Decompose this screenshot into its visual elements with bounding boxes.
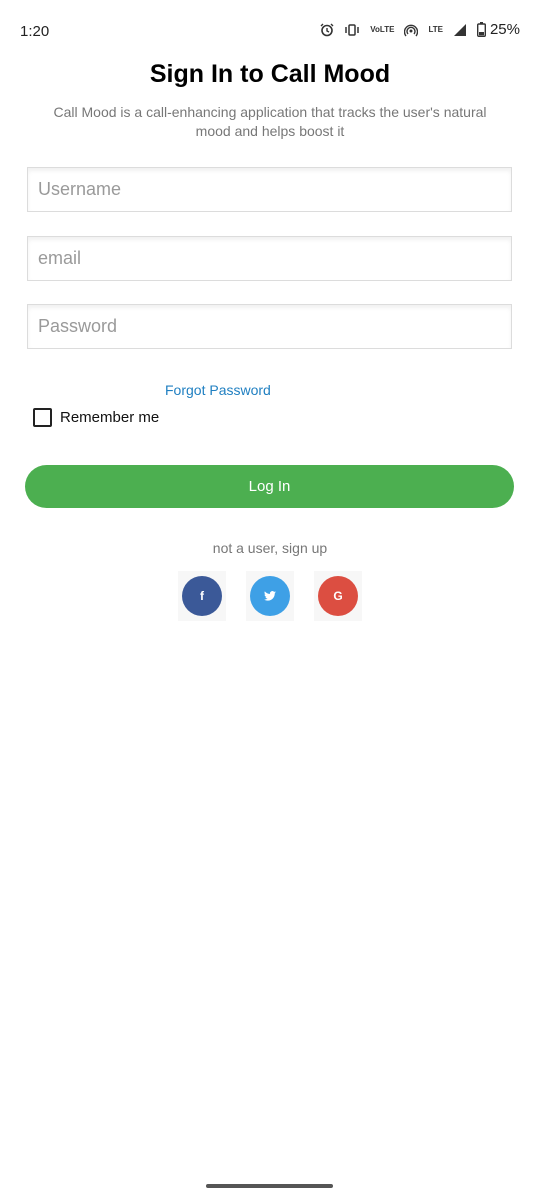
alarm-icon bbox=[320, 23, 334, 37]
battery-percent: 25% bbox=[489, 21, 520, 38]
lte-icon: LTE bbox=[428, 24, 443, 34]
remember-me-checkbox[interactable] bbox=[33, 408, 52, 427]
password-field[interactable] bbox=[27, 304, 512, 349]
email-field[interactable] bbox=[27, 236, 512, 281]
status-bar: 1:20 VoLTE LTE 25% bbox=[0, 0, 540, 64]
twitter-login-button[interactable] bbox=[246, 571, 294, 621]
facebook-icon: f bbox=[182, 576, 222, 616]
google-login-button[interactable]: G bbox=[314, 571, 362, 621]
hotspot-icon bbox=[404, 23, 419, 37]
status-icons: VoLTE LTE 25% bbox=[320, 21, 520, 38]
google-icon: G bbox=[318, 576, 358, 616]
username-field[interactable] bbox=[27, 167, 512, 212]
battery-icon bbox=[476, 22, 486, 37]
forgot-password-link[interactable]: Forgot Password bbox=[165, 382, 271, 398]
remember-me-label: Remember me bbox=[60, 409, 160, 426]
facebook-login-button[interactable]: f bbox=[178, 571, 226, 621]
volte-icon: VoLTE bbox=[370, 24, 395, 34]
twitter-icon bbox=[250, 576, 290, 616]
status-time: 1:20 bbox=[20, 23, 50, 40]
signup-link[interactable]: not a user, sign up bbox=[0, 540, 540, 556]
page-title: Sign In to Call Mood bbox=[149, 60, 391, 88]
page-subtitle: Call Mood is a call-enhancing applicatio… bbox=[53, 104, 487, 139]
login-button[interactable]: Log In bbox=[25, 465, 514, 508]
home-indicator[interactable] bbox=[206, 1184, 333, 1188]
signal-icon bbox=[453, 23, 467, 37]
social-login-row: f G bbox=[178, 571, 362, 621]
remember-me[interactable]: Remember me bbox=[33, 408, 159, 427]
vibrate-icon bbox=[344, 23, 360, 37]
